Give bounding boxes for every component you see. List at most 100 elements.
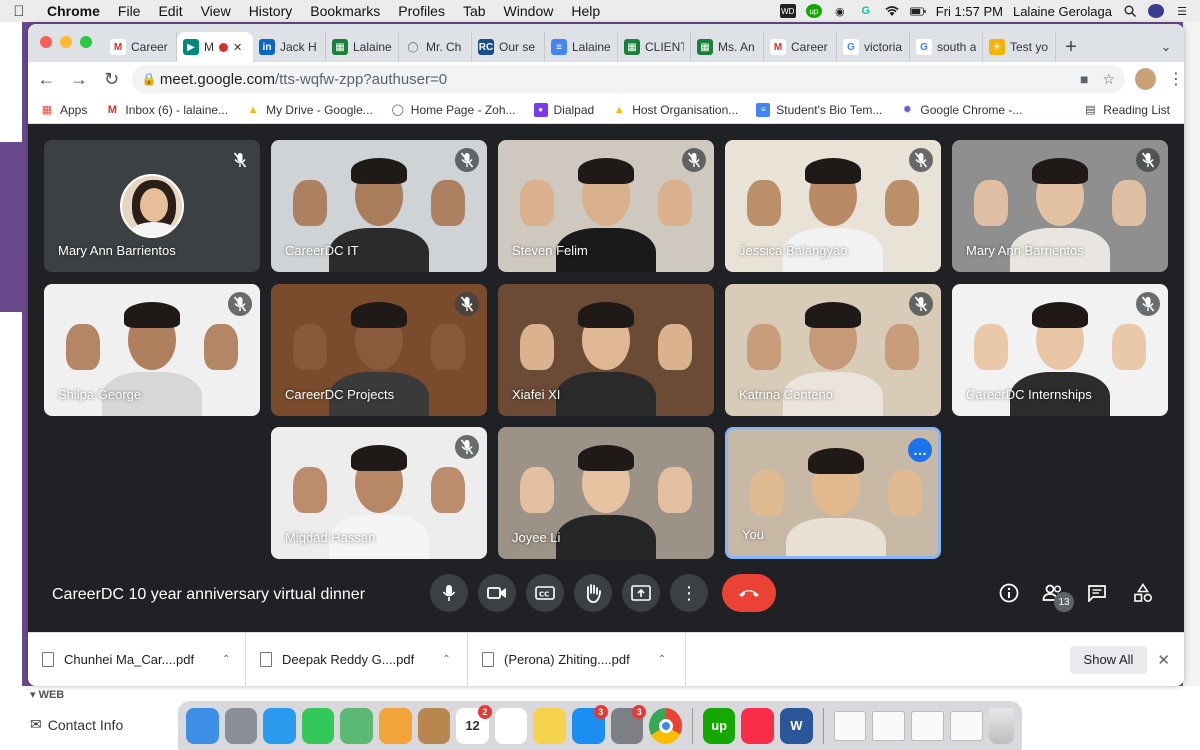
bookmark-dialpad[interactable]: ● Dialpad bbox=[533, 102, 594, 117]
siri-icon[interactable] bbox=[1148, 4, 1164, 18]
bookmark-google-chrome[interactable]: ✹ Google Chrome -... bbox=[900, 103, 1023, 117]
recent-window-thumbnail[interactable] bbox=[872, 710, 906, 741]
maps-icon[interactable] bbox=[340, 707, 374, 744]
music-icon[interactable] bbox=[741, 707, 775, 744]
appstore-icon[interactable]: 3 bbox=[572, 704, 608, 744]
lock-icon[interactable]: 🔒 bbox=[142, 72, 160, 86]
download-item-2[interactable]: Deepak Reddy G....pdf ⌃ bbox=[246, 632, 468, 686]
calendar-icon[interactable]: 12 2 bbox=[456, 704, 492, 744]
bookmark-star-icon[interactable]: ☆ bbox=[1102, 71, 1115, 88]
recent-window-thumbnail[interactable] bbox=[949, 710, 983, 741]
browser-tab[interactable]: in Jack H bbox=[253, 32, 326, 62]
menubar-clock[interactable]: Fri 1:57 PM bbox=[936, 4, 1003, 19]
more-options-button[interactable]: ⋮ bbox=[670, 574, 708, 612]
bookmark-my-drive[interactable]: ▲ My Drive - Google... bbox=[246, 103, 373, 117]
participant-tile[interactable]: CareerDC IT bbox=[271, 140, 487, 272]
launchpad-icon[interactable] bbox=[224, 707, 258, 744]
browser-tab[interactable]: ▦ Ms. An bbox=[691, 32, 764, 62]
upwork-tray-icon[interactable]: up bbox=[805, 4, 822, 18]
browser-tab[interactable]: ▦ Lalaine bbox=[326, 32, 399, 62]
word-icon[interactable]: W bbox=[780, 707, 813, 744]
profile-avatar[interactable] bbox=[1135, 68, 1156, 90]
address-bar[interactable]: 🔒 meet.google.com/tts-wqfw-zpp?authuser=… bbox=[131, 65, 1126, 93]
captions-button[interactable]: CC bbox=[526, 574, 564, 612]
back-button[interactable]: ← bbox=[32, 64, 61, 94]
upwork-icon[interactable]: up bbox=[702, 707, 736, 744]
browser-tab[interactable]: RC Our se bbox=[472, 32, 545, 62]
facetime-icon[interactable] bbox=[301, 707, 335, 744]
close-tab-icon[interactable]: ✕ bbox=[233, 41, 242, 54]
chrome-icon[interactable] bbox=[649, 707, 682, 744]
browser-tab[interactable]: M Career bbox=[104, 32, 177, 62]
bookmark-host-organisation[interactable]: ▲ Host Organisation... bbox=[612, 103, 739, 117]
self-video-tile[interactable]: You… bbox=[725, 427, 941, 559]
download-item-3[interactable]: (Perona) Zhiting....pdf ⌃ bbox=[468, 632, 686, 686]
menu-edit[interactable]: Edit bbox=[149, 3, 191, 19]
trash-icon[interactable] bbox=[988, 707, 1015, 744]
reading-list-button[interactable]: ▤ Reading List bbox=[1083, 103, 1170, 117]
wifi-icon[interactable] bbox=[884, 4, 900, 18]
notes-icon[interactable] bbox=[533, 707, 567, 744]
chat-button[interactable] bbox=[1084, 580, 1110, 606]
menu-tab[interactable]: Tab bbox=[454, 3, 495, 19]
menu-view[interactable]: View bbox=[192, 3, 240, 19]
tab-search-chevron-icon[interactable]: ⌄ bbox=[1148, 32, 1184, 62]
participant-tile[interactable]: Katrina Centeno bbox=[725, 284, 941, 416]
bookmark-student-bio[interactable]: ≡ Student's Bio Tem... bbox=[756, 102, 882, 117]
creative-cloud-icon[interactable]: ◉ bbox=[832, 4, 848, 18]
menu-file[interactable]: File bbox=[109, 3, 150, 19]
browser-tab[interactable]: ◯ Mr. Ch bbox=[399, 32, 472, 62]
chrome-menu-icon[interactable]: ⋮ bbox=[1168, 69, 1184, 89]
contacts-icon[interactable] bbox=[417, 707, 451, 744]
bookmark-zoho[interactable]: ◯ Home Page - Zoh... bbox=[391, 103, 516, 117]
activities-button[interactable] bbox=[1130, 580, 1156, 606]
forward-button[interactable]: → bbox=[65, 64, 94, 94]
menu-history[interactable]: History bbox=[240, 3, 302, 19]
background-contact-info[interactable]: ✉ Contact Info bbox=[30, 716, 123, 733]
browser-tab[interactable]: ☀ Test yo bbox=[983, 32, 1056, 62]
present-screen-button[interactable] bbox=[622, 574, 660, 612]
more-horiz-icon[interactable]: … bbox=[908, 438, 932, 462]
recent-window-thumbnail[interactable] bbox=[833, 710, 867, 741]
participant-tile[interactable]: Mary Ann Barrientos bbox=[44, 140, 260, 272]
wd-drive-icon[interactable]: WD bbox=[779, 4, 796, 18]
microphone-button[interactable] bbox=[430, 574, 468, 612]
browser-tab[interactable]: Gvictoria bbox=[837, 32, 910, 62]
control-center-icon[interactable]: ☰ bbox=[1174, 4, 1190, 18]
browser-tab[interactable]: ▶ M ✕ bbox=[177, 32, 253, 62]
recent-window-thumbnail[interactable] bbox=[911, 710, 944, 741]
app-menu-chrome[interactable]: Chrome bbox=[38, 3, 109, 19]
browser-tab[interactable]: ≡ Lalaine bbox=[545, 32, 618, 62]
menu-profiles[interactable]: Profiles bbox=[389, 3, 454, 19]
new-tab-button[interactable]: + bbox=[1056, 32, 1086, 62]
browser-tab[interactable]: Gsouth a bbox=[910, 32, 983, 62]
browser-tab[interactable]: M Career bbox=[764, 32, 837, 62]
close-downloads-bar-icon[interactable]: ✕ bbox=[1157, 651, 1170, 669]
spotlight-search-icon[interactable] bbox=[1122, 4, 1138, 18]
participant-tile[interactable]: Steven Felim bbox=[498, 140, 714, 272]
close-window-button[interactable] bbox=[40, 36, 52, 48]
menu-help[interactable]: Help bbox=[562, 3, 609, 19]
show-all-downloads-button[interactable]: Show All bbox=[1069, 645, 1148, 674]
browser-tab[interactable]: ▦ CLIENT bbox=[618, 32, 691, 62]
grammarly-icon[interactable]: G bbox=[858, 4, 874, 18]
menubar-user[interactable]: Lalaine Gerolaga bbox=[1013, 4, 1112, 19]
participant-tile[interactable]: CareerDC Projects bbox=[271, 284, 487, 416]
reload-button[interactable]: ↻ bbox=[97, 64, 126, 94]
menu-window[interactable]: Window bbox=[495, 3, 563, 19]
participant-tile[interactable]: Jessica Balangyao bbox=[725, 140, 941, 272]
participant-tile[interactable]: Shilpa George bbox=[44, 284, 260, 416]
bookmark-apps[interactable]: ▦ Apps bbox=[40, 103, 88, 117]
participant-tile[interactable]: Miqdad Hassan bbox=[271, 427, 487, 559]
chevron-up-icon[interactable]: ⌃ bbox=[658, 654, 666, 665]
zoom-window-button[interactable] bbox=[80, 36, 92, 48]
download-item-1[interactable]: Chunhei Ma_Car....pdf ⌃ bbox=[28, 632, 246, 686]
raise-hand-button[interactable] bbox=[574, 574, 612, 612]
reminders-icon[interactable] bbox=[494, 707, 528, 744]
menu-bookmarks[interactable]: Bookmarks bbox=[301, 3, 389, 19]
chevron-up-icon[interactable]: ⌃ bbox=[222, 654, 230, 665]
participant-tile[interactable]: Mary Ann Barrientos bbox=[952, 140, 1168, 272]
safari-icon[interactable] bbox=[263, 707, 296, 744]
system-preferences-icon[interactable]: 3 bbox=[610, 704, 647, 744]
participant-tile[interactable]: Joyee Li bbox=[498, 427, 714, 559]
